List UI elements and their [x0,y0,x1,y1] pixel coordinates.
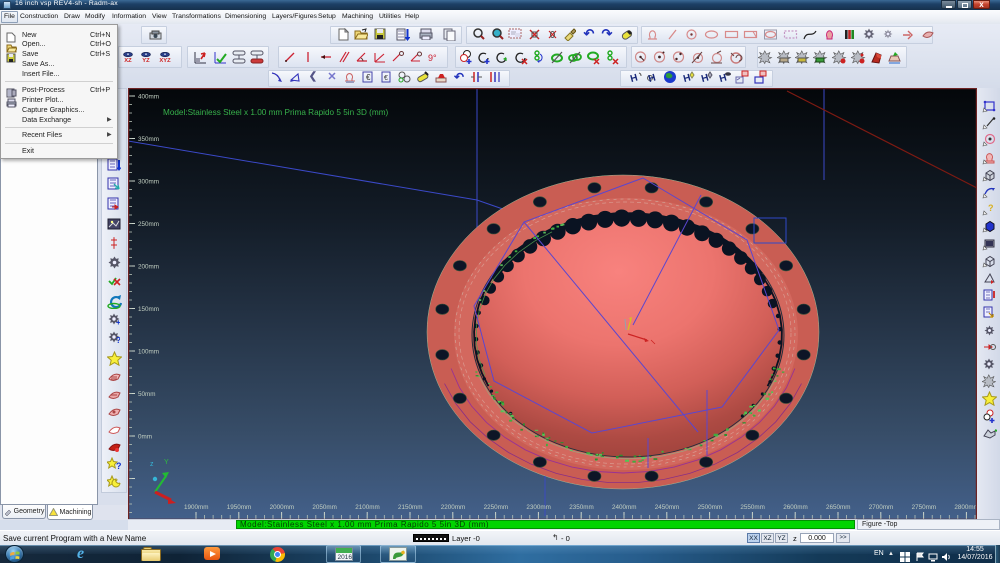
svg-text:1950mm: 1950mm [227,504,252,511]
svg-text:H: H [629,73,639,84]
svg-text:2300mm: 2300mm [526,504,551,511]
svg-text:200mm: 200mm [138,264,159,271]
svg-text:2400mm: 2400mm [612,504,637,511]
svg-text:+: + [116,318,120,325]
svg-text:150mm: 150mm [138,306,159,313]
svg-text:2650mm: 2650mm [826,504,851,511]
svg-text:2350mm: 2350mm [569,504,594,511]
svg-text:Y: Y [164,459,169,466]
svg-text:300mm: 300mm [138,179,159,186]
svg-text:100mm: 100mm [138,349,159,356]
svg-text:2800mm: 2800mm [954,504,977,511]
svg-text:?: ? [988,203,994,213]
svg-text:2050mm: 2050mm [312,504,337,511]
svg-text:2500mm: 2500mm [698,504,723,511]
svg-text:400mm: 400mm [138,94,159,101]
svg-text:2550mm: 2550mm [740,504,765,511]
svg-text:350mm: 350mm [138,136,159,143]
svg-text:2150mm: 2150mm [398,504,423,511]
svg-text:?: ? [116,336,120,343]
svg-text:50mm: 50mm [138,391,156,398]
svg-text:2200mm: 2200mm [441,504,466,511]
svg-text:?: ? [116,461,122,471]
svg-text:2600mm: 2600mm [783,504,808,511]
svg-text:0mm: 0mm [138,434,152,441]
svg-text:€: € [384,75,388,82]
svg-text:1900mm: 1900mm [184,504,209,511]
svg-text:Model:Stainless Steel x 1.00 m: Model:Stainless Steel x 1.00 mm Prima Ra… [163,108,389,117]
svg-text:2100mm: 2100mm [355,504,380,511]
svg-text:9°: 9° [428,53,437,63]
svg-text:2000mm: 2000mm [270,504,295,511]
svg-text:2700mm: 2700mm [869,504,894,511]
svg-text:€: € [366,73,371,82]
svg-text:z: z [150,461,154,468]
svg-text:250mm: 250mm [138,221,159,228]
svg-text:2450mm: 2450mm [655,504,680,511]
svg-text:2250mm: 2250mm [484,504,509,511]
svg-text:H: H [647,73,657,84]
svg-text:2750mm: 2750mm [912,504,937,511]
